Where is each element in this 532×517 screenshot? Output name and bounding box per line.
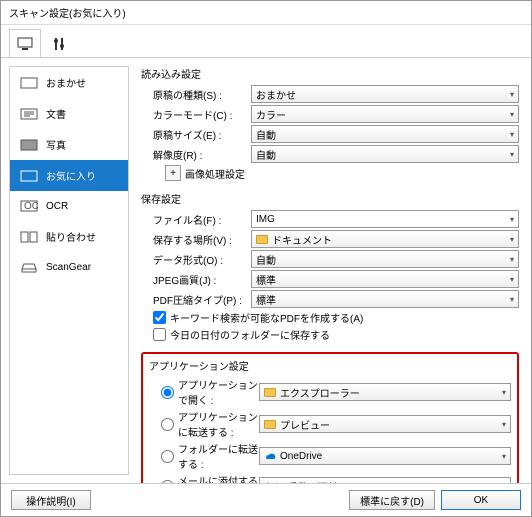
window-title: スキャン設定(お気に入り) <box>1 1 531 25</box>
toolbar <box>1 25 531 58</box>
chevron-down-icon: ▾ <box>510 235 514 244</box>
sidebar-item-ocr[interactable]: OCR OCR <box>10 191 128 221</box>
label-jpeg-quality: JPEG画質(J) : <box>141 272 251 287</box>
expand-image-processing[interactable]: + <box>165 165 181 181</box>
combo-send-folder[interactable]: OneDrive▾ <box>259 447 511 465</box>
reset-button[interactable]: 標準に戻す(D) <box>349 490 435 510</box>
radio-send-app[interactable] <box>161 418 174 431</box>
sidebar-item-label: 貼り合わせ <box>46 229 96 244</box>
chevron-down-icon: ▾ <box>502 388 506 397</box>
combo-send-app[interactable]: プレビュー▾ <box>259 415 511 433</box>
radio-open-app[interactable] <box>161 386 174 399</box>
combo-color-mode[interactable]: カラー▾ <box>251 105 519 123</box>
tab-tools[interactable] <box>43 29 75 57</box>
combo-open-app[interactable]: エクスプローラー▾ <box>259 383 511 401</box>
combo-resolution[interactable]: 自動▾ <box>251 145 519 163</box>
section-title: アプリケーション設定 <box>149 358 511 373</box>
checkbox-label: 今日の日付のフォルダーに保存する <box>170 327 330 342</box>
section-title: 保存設定 <box>141 191 519 206</box>
sidebar-item-favorite[interactable]: お気に入り <box>10 160 128 191</box>
label-color-mode: カラーモード(C) : <box>141 107 251 122</box>
scanner-icon <box>20 260 38 274</box>
sidebar-item-label: お気に入り <box>46 168 96 183</box>
chevron-down-icon: ▾ <box>510 215 514 224</box>
input-filename[interactable]: IMG▾ <box>251 210 519 228</box>
radio-send-folder[interactable] <box>161 450 174 463</box>
sidebar-item-label: 文書 <box>46 106 66 121</box>
combo-jpeg-quality[interactable]: 標準▾ <box>251 270 519 288</box>
radio-label: アプリケーションに転送する : <box>178 409 259 439</box>
sidebar-item-photo[interactable]: 写真 <box>10 129 128 160</box>
checkbox-label: キーワード検索が可能なPDFを作成する(A) <box>170 310 363 325</box>
favorite-icon <box>20 169 38 183</box>
section-read: 読み込み設定 原稿の種類(S) :おまかせ▾ カラーモード(C) :カラー▾ 原… <box>141 66 519 181</box>
radio-label: アプリケーションで開く : <box>178 377 259 407</box>
footer: 操作説明(I) 標準に戻す(D) OK <box>1 483 531 516</box>
ok-button[interactable]: OK <box>441 490 521 510</box>
sidebar-item-scangear[interactable]: ScanGear <box>10 252 128 282</box>
label-filename: ファイル名(F) : <box>141 212 251 227</box>
sidebar-item-label: OCR <box>46 201 68 212</box>
content-panel: 読み込み設定 原稿の種類(S) :おまかせ▾ カラーモード(C) :カラー▾ 原… <box>129 58 531 483</box>
combo-data-format[interactable]: 自動▾ <box>251 250 519 268</box>
ocr-icon: OCR <box>20 199 38 213</box>
sidebar-item-label: ScanGear <box>46 262 91 273</box>
chevron-down-icon: ▾ <box>502 420 506 429</box>
chevron-down-icon: ▾ <box>510 150 514 159</box>
sidebar-item-label: 写真 <box>46 137 66 152</box>
onedrive-icon <box>264 450 276 462</box>
combo-source-type[interactable]: おまかせ▾ <box>251 85 519 103</box>
folder-icon <box>264 420 276 429</box>
radio-label: メールに添付する : <box>178 473 259 483</box>
chevron-down-icon: ▾ <box>510 90 514 99</box>
monitor-icon <box>16 37 34 51</box>
stitch-icon <box>20 230 38 244</box>
chevron-down-icon: ▾ <box>510 295 514 304</box>
sidebar-item-auto[interactable]: おまかせ <box>10 67 128 98</box>
label-image-processing: 画像処理設定 <box>185 166 245 181</box>
document-icon <box>20 107 38 121</box>
radio-label: フォルダーに転送する : <box>178 441 259 471</box>
chevron-down-icon: ▾ <box>510 275 514 284</box>
section-title: 読み込み設定 <box>141 66 519 81</box>
sidebar-item-stitch[interactable]: 貼り合わせ <box>10 221 128 252</box>
sidebar: おまかせ 文書 写真 お気に入り OCR OCR 貼り合わせ ScanGear <box>9 66 129 475</box>
label-paper-size: 原稿サイズ(E) : <box>141 127 251 142</box>
tools-icon <box>51 36 67 52</box>
section-save: 保存設定 ファイル名(F) :IMG▾ 保存する場所(V) :ドキュメント▾ デ… <box>141 191 519 342</box>
svg-text:OCR: OCR <box>24 201 38 212</box>
photo-icon <box>20 138 38 152</box>
combo-pdf-compression[interactable]: 標準▾ <box>251 290 519 308</box>
checkbox-date-folder[interactable] <box>153 328 166 341</box>
label-data-format: データ形式(O) : <box>141 252 251 267</box>
combo-paper-size[interactable]: 自動▾ <box>251 125 519 143</box>
chevron-down-icon: ▾ <box>510 110 514 119</box>
folder-icon <box>256 235 268 244</box>
chevron-down-icon: ▾ <box>510 130 514 139</box>
label-pdf-compression: PDF圧縮タイプ(P) : <box>141 292 251 307</box>
section-application: アプリケーション設定 アプリケーションで開く :エクスプローラー▾ アプリケーシ… <box>141 352 519 483</box>
chevron-down-icon: ▾ <box>502 452 506 461</box>
chevron-down-icon: ▾ <box>510 255 514 264</box>
combo-save-location[interactable]: ドキュメント▾ <box>251 230 519 248</box>
label-resolution: 解像度(R) : <box>141 147 251 162</box>
help-button[interactable]: 操作説明(I) <box>11 490 91 510</box>
checkbox-searchable-pdf[interactable] <box>153 311 166 324</box>
sidebar-item-document[interactable]: 文書 <box>10 98 128 129</box>
tab-scan-from-pc[interactable] <box>9 29 41 57</box>
label-save-location: 保存する場所(V) : <box>141 232 251 247</box>
sidebar-item-label: おまかせ <box>46 75 86 90</box>
auto-icon <box>20 76 38 90</box>
label-source-type: 原稿の種類(S) : <box>141 87 251 102</box>
folder-icon <box>264 388 276 397</box>
